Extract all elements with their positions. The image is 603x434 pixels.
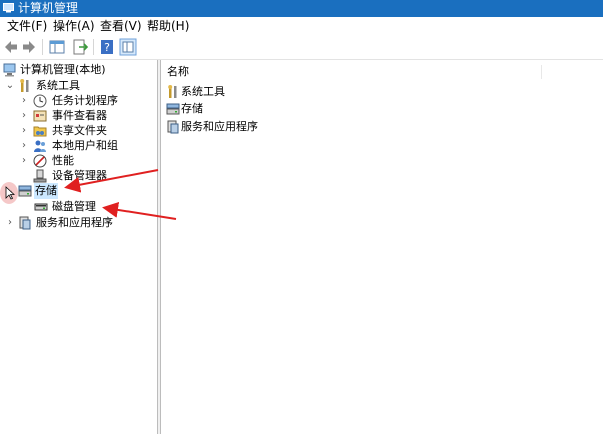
mouse-cursor-icon <box>5 186 15 200</box>
export-list-icon[interactable] <box>71 38 89 56</box>
users-icon <box>34 140 46 152</box>
tree-item-local-users[interactable]: › 本地用户和组 <box>0 138 157 154</box>
svg-text:?: ? <box>104 41 110 54</box>
back-icon[interactable] <box>2 38 20 56</box>
menu-file[interactable]: 文件(F) <box>6 17 48 35</box>
window-title: 计算机管理 <box>18 1 79 15</box>
show-hide-tree-icon[interactable] <box>48 38 66 56</box>
device-manager-icon <box>33 169 47 183</box>
tree-item-task-scheduler[interactable]: › 任务计划程序 <box>0 93 157 109</box>
tree-label: 任务计划程序 <box>52 94 118 107</box>
tree-label: 性能 <box>52 154 74 167</box>
list-item-label: 系统工具 <box>181 85 225 98</box>
list-item-label: 服务和应用程序 <box>181 120 258 133</box>
column-header-name[interactable]: 名称 <box>167 63 189 81</box>
forward-icon[interactable] <box>20 38 38 56</box>
computer-management-icon <box>3 3 14 13</box>
tree-label: 磁盘管理 <box>52 200 96 213</box>
computer-management-icon <box>3 63 16 77</box>
chevron-right-icon[interactable]: › <box>19 138 29 154</box>
services-icon <box>167 120 179 134</box>
chevron-down-icon[interactable]: ⌄ <box>5 78 15 94</box>
help-icon[interactable]: ? <box>98 38 116 56</box>
tools-icon <box>20 79 29 92</box>
tree-label: 设备管理器 <box>52 169 107 182</box>
tree-item-shared-folders[interactable]: › 共享文件夹 <box>0 123 157 139</box>
storage-icon <box>18 185 32 197</box>
storage-icon <box>166 103 180 115</box>
chevron-right-icon[interactable]: › <box>19 108 29 124</box>
tree-label: 服务和应用程序 <box>36 216 113 229</box>
chevron-right-icon[interactable]: › <box>5 215 15 231</box>
chevron-right-icon[interactable]: › <box>19 153 29 169</box>
column-divider[interactable] <box>541 65 542 79</box>
event-viewer-icon <box>33 110 47 122</box>
tree-item-performance[interactable]: › 性能 <box>0 153 157 169</box>
details-pane: 名称 系统工具 存储 服务和应用程序 <box>161 60 603 434</box>
menu-view[interactable]: 查看(V) <box>99 17 143 35</box>
performance-icon <box>33 154 47 168</box>
list-item-label: 存储 <box>181 102 203 115</box>
toolbar-separator <box>42 39 43 55</box>
tree-item-computer-management[interactable]: 计算机管理(本地) <box>0 62 157 78</box>
chevron-right-icon[interactable]: › <box>19 123 29 139</box>
navigation-tree: 计算机管理(本地) ⌄ 系统工具 › 任务计划程序 › 事件查看器 › 共享文件… <box>0 60 157 434</box>
tree-label: 本地用户和组 <box>52 139 118 152</box>
tree-item-services-apps[interactable]: › 服务和应用程序 <box>0 215 157 231</box>
tree-label: 系统工具 <box>36 79 80 92</box>
disk-management-icon <box>34 203 48 211</box>
tools-icon <box>168 85 177 98</box>
column-header: 名称 <box>161 63 603 81</box>
console-view-icon[interactable] <box>119 38 137 56</box>
tree-item-event-viewer[interactable]: › 事件查看器 <box>0 108 157 124</box>
toolbar-separator <box>93 39 94 55</box>
tree-item-storage[interactable]: ⌄ 存储 <box>0 183 157 199</box>
menu-action[interactable]: 操作(A) <box>52 17 96 35</box>
tree-label: 事件查看器 <box>52 109 107 122</box>
tree-item-disk-management[interactable]: 磁盘管理 <box>0 199 157 215</box>
tree-label: 计算机管理(本地) <box>20 63 106 76</box>
shared-folder-icon <box>33 126 47 137</box>
services-icon <box>19 216 31 230</box>
clock-icon <box>33 94 47 108</box>
tree-item-system-tools[interactable]: ⌄ 系统工具 <box>0 78 157 94</box>
tree-label: 存储 <box>34 183 58 199</box>
title-bar: 计算机管理 <box>0 0 603 17</box>
chevron-right-icon[interactable]: › <box>19 93 29 109</box>
toolbar: ? <box>0 35 603 60</box>
menu-help[interactable]: 帮助(H) <box>146 17 190 35</box>
tree-label: 共享文件夹 <box>52 124 107 137</box>
tree-item-device-manager[interactable]: 设备管理器 <box>0 168 157 184</box>
menu-bar: 文件(F) 操作(A) 查看(V) 帮助(H) <box>0 17 603 35</box>
